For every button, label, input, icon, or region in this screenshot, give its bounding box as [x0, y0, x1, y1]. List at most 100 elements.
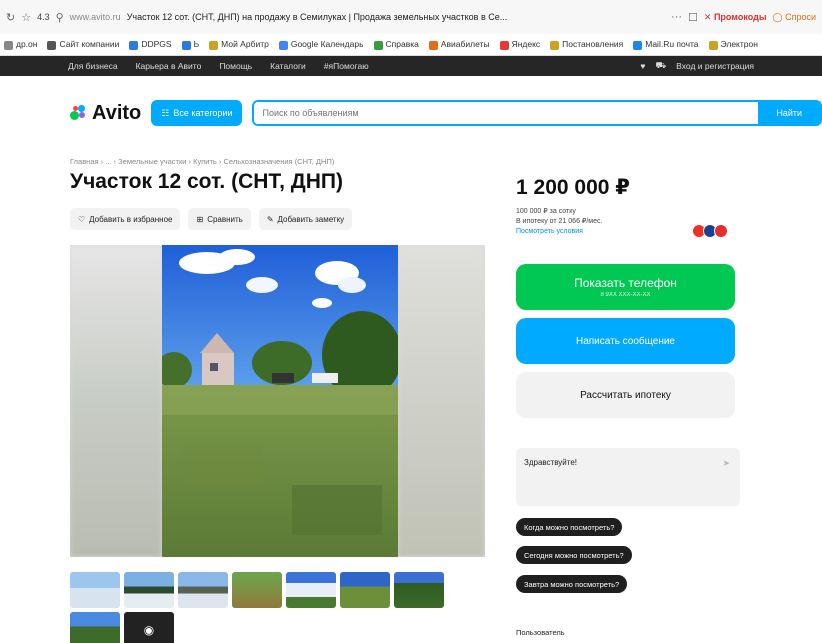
ask-label: Спроси	[785, 11, 816, 22]
bookmark-favicon-icon	[428, 40, 438, 50]
calculate-mortgage-button[interactable]: Рассчитать ипотеку	[516, 372, 735, 418]
quick-question-chip[interactable]: Сегодня можно посмотреть?	[516, 546, 632, 564]
price: 1 200 000 ₽	[516, 176, 630, 199]
bookmark-item[interactable]: др.он	[4, 39, 38, 50]
quick-question-chip[interactable]: Завтра можно посмотреть?	[516, 575, 628, 593]
gallery-blur-left	[70, 245, 162, 557]
star-icon[interactable]: ☆	[21, 11, 31, 24]
bookmark-item[interactable]: Электрон	[708, 39, 758, 50]
bookmark-favicon-icon	[550, 40, 560, 50]
bookmark-item[interactable]: DDPGS	[129, 39, 172, 50]
photo-gallery[interactable]	[70, 245, 485, 557]
site-rating: 4.3	[37, 12, 50, 22]
bookmark-label: др.он	[16, 39, 38, 50]
login-link[interactable]: Вход и регистрация	[676, 61, 754, 71]
bank-logos	[692, 224, 728, 238]
bookmark-item[interactable]: Mail.Ru почта	[633, 39, 699, 50]
heart-icon[interactable]: ♥	[640, 61, 645, 71]
add-note-button[interactable]: ✎ Добавить заметку	[258, 208, 353, 230]
bookmark-item[interactable]: Мой Арбитр	[209, 39, 269, 50]
thumbnail[interactable]	[124, 572, 174, 608]
bookmark-favicon-icon	[209, 40, 219, 50]
send-icon[interactable]: ➤	[722, 458, 730, 469]
topnav-business[interactable]: Для бизнеса	[68, 61, 118, 71]
price-details: 100 000 ₽ за сотку В ипотеку от 21 066 ₽…	[516, 207, 602, 237]
menu-dots-icon[interactable]: ···	[671, 11, 682, 23]
phone-mask: 8 9XX XXX-XX-XX	[600, 292, 651, 298]
search-box: Найти	[252, 100, 822, 126]
show-phone-button[interactable]: Показать телефон 8 9XX XXX-XX-XX	[516, 264, 735, 310]
show-phone-label: Показать телефон	[574, 276, 677, 290]
bookmark-label: Мой Арбитр	[221, 39, 269, 50]
bookmark-item[interactable]: Сайт компании	[47, 39, 120, 50]
compare-button[interactable]: ⊞ Сравнить	[188, 208, 251, 230]
search-input[interactable]	[254, 102, 759, 124]
thumbnail[interactable]	[340, 572, 390, 608]
thumbnail[interactable]	[286, 572, 336, 608]
bookmark-label: DDPGS	[141, 39, 172, 50]
bookmark-item[interactable]: Постановления	[550, 39, 623, 50]
thumbnail[interactable]	[232, 572, 282, 608]
categories-label: Все категории	[173, 108, 233, 118]
main-photo[interactable]	[162, 245, 398, 557]
bookmark-favicon-icon	[47, 40, 57, 50]
favorite-label: Добавить в избранное	[89, 214, 173, 224]
topnav-i-help[interactable]: #яПомогаю	[324, 61, 369, 71]
bookmark-label: Справка	[385, 39, 419, 50]
promo-extension-button[interactable]: ✕ Промокоды	[704, 12, 767, 23]
bookmark-favicon-icon	[181, 40, 191, 50]
reload-icon[interactable]: ↻	[6, 11, 15, 24]
site-header: Avito ☷ Все категории Найти	[70, 96, 822, 130]
topnav-career[interactable]: Карьера в Авито	[136, 61, 202, 71]
ask-extension-button[interactable]: ◯ Спроси	[773, 12, 817, 23]
thumbnail[interactable]	[178, 572, 228, 608]
avito-logo[interactable]: Avito	[70, 102, 141, 125]
topnav-catalogs[interactable]: Каталоги	[270, 61, 306, 71]
bookmark-item[interactable]: Яндекс	[499, 39, 540, 50]
heart-outline-icon: ♡	[78, 214, 86, 224]
bookmark-icon[interactable]: ☐	[688, 11, 698, 24]
page-title: Участок 12 сот. (СНТ, ДНП)	[70, 170, 344, 193]
video-thumbnail[interactable]: ◉	[124, 612, 174, 643]
address-bar[interactable]: www.avito.ru	[70, 12, 121, 22]
bookmark-favicon-icon	[373, 40, 383, 50]
bookmark-label: Электрон	[720, 39, 758, 50]
write-message-button[interactable]: Написать сообщение	[516, 318, 735, 364]
note-icon: ✎	[266, 214, 274, 224]
thumbnail[interactable]	[394, 572, 444, 608]
price-per-sotka: 100 000 ₽ за сотку	[516, 208, 576, 215]
cart-icon[interactable]: ⛟	[655, 60, 666, 72]
bookmark-item[interactable]: Авиабилеты	[428, 39, 490, 50]
quick-question-chip[interactable]: Когда можно посмотреть?	[516, 518, 623, 536]
breadcrumb[interactable]: Главная › ... › Земельные участки › Купи…	[70, 157, 334, 166]
bookmark-item[interactable]: Google Календарь	[278, 39, 364, 50]
bank-icon	[714, 224, 728, 238]
seller-label: Пользователь	[516, 628, 565, 637]
bookmark-favicon-icon	[708, 40, 718, 50]
bookmark-item[interactable]: Ь	[181, 39, 199, 50]
topnav-help[interactable]: Помощь	[219, 61, 252, 71]
bookmark-favicon-icon	[278, 40, 288, 50]
message-text: Здравствуйте!	[524, 458, 578, 467]
avito-logo-icon	[70, 105, 88, 121]
all-categories-button[interactable]: ☷ Все категории	[151, 100, 243, 126]
listing-actions: ♡ Добавить в избранное ⊞ Сравнить ✎ Доба…	[70, 208, 353, 230]
search-button[interactable]: Найти	[758, 102, 820, 124]
gallery-blur-right	[398, 245, 485, 557]
mortgage-offers-link[interactable]: Посмотреть условия	[516, 227, 602, 237]
bookmark-label: Google Календарь	[290, 39, 364, 50]
bookmark-item[interactable]: Справка	[373, 39, 419, 50]
compare-label: Сравнить	[207, 214, 243, 224]
note-label: Добавить заметку	[277, 214, 345, 224]
bookmark-label: Сайт компании	[59, 39, 120, 50]
message-input[interactable]: Здравствуйте! ➤	[516, 448, 740, 506]
thumbnail[interactable]	[70, 612, 120, 643]
bookmark-label: Авиабилеты	[440, 39, 490, 50]
browser-toolbar: ↻ ☆ 4.3 ⚲ www.avito.ru Участок 12 сот. (…	[0, 0, 822, 34]
thumbnail[interactable]	[70, 572, 120, 608]
bookmark-favicon-icon	[633, 40, 643, 50]
avito-top-nav: Для бизнеса Карьера в Авито Помощь Катал…	[0, 56, 822, 76]
video-icon: ◉	[143, 623, 155, 637]
add-favorite-button[interactable]: ♡ Добавить в избранное	[70, 208, 181, 230]
compare-icon: ⊞	[196, 214, 204, 224]
